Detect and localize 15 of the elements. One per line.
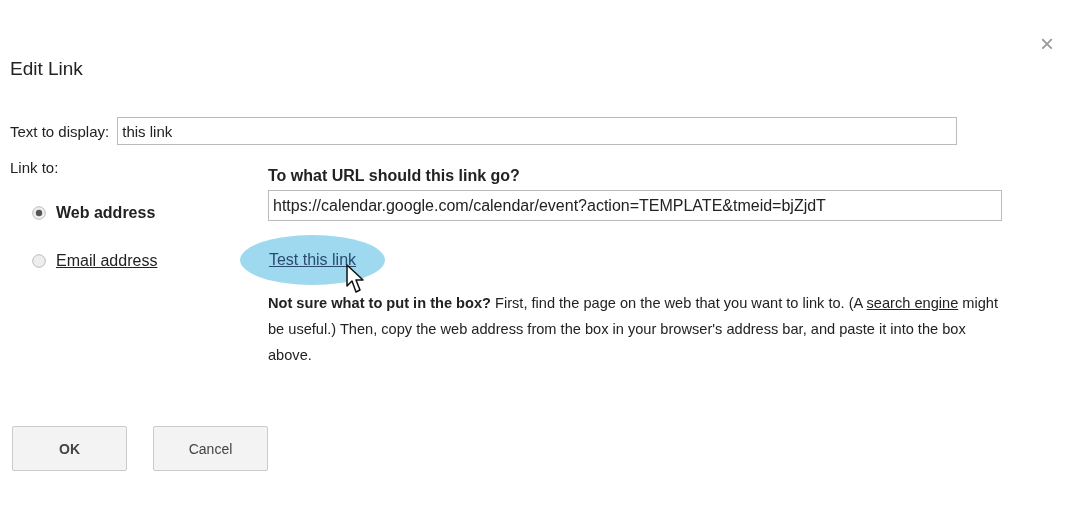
radio-label[interactable]: Email address bbox=[56, 252, 158, 270]
search-engine-link[interactable]: search engine bbox=[866, 295, 959, 311]
field-label: Text to display: bbox=[10, 122, 110, 140]
dialog-title: Edit Link bbox=[10, 58, 83, 80]
help-paragraph: Not sure what to put in the box? First, find the page on the web that you want to link to. (A search engine might be useful.) Then, copy the web address from the box in your browser's address bar, and paste it into the box above. bbox=[268, 294, 999, 365]
test-link[interactable]: Test this link bbox=[268, 251, 357, 269]
url-heading: To what URL should this link go? bbox=[268, 167, 520, 185]
cancel-button[interactable]: Cancel bbox=[153, 426, 268, 471]
text-input-field[interactable]: this link bbox=[117, 117, 958, 145]
ok-button[interactable]: OK bbox=[12, 426, 127, 471]
radio-label[interactable]: Web address bbox=[56, 204, 156, 222]
radio-button[interactable] bbox=[32, 254, 46, 268]
radio-button[interactable] bbox=[32, 206, 46, 220]
url-input-field[interactable]: https://calendar.google.com/calendar/event?action=TEMPLATE&tmeid=bjZjdT bbox=[268, 190, 1002, 221]
section-label: Link to: bbox=[10, 159, 60, 176]
